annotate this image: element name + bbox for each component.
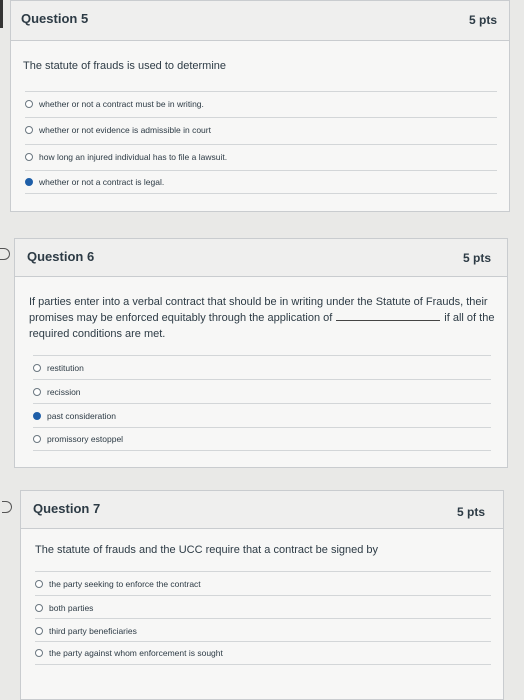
q6-answer-1[interactable]: restitution <box>33 355 491 379</box>
question-5-points: 5 pts <box>468 13 497 27</box>
question-6-points: 5 pts <box>462 251 491 265</box>
question-6-title: Question 6 <box>27 249 95 264</box>
answer-label: promissory estoppel <box>47 434 124 444</box>
question-7-header: Question 7 5 pts <box>21 491 503 529</box>
q5-answer-3[interactable]: how long an injured individual has to fi… <box>25 144 497 168</box>
q5-answer-4[interactable]: whether or not a contract is legal. <box>25 170 497 194</box>
question-7-points: 5 pts <box>456 505 485 519</box>
flag-question-6-icon[interactable] <box>0 248 10 260</box>
question-6-text-line-1: If parties enter into a verbal contract … <box>29 296 488 308</box>
q7-answer-1[interactable]: the party seeking to enforce the contrac… <box>35 571 491 595</box>
question-5-header: Question 5 5 pts <box>11 1 509 41</box>
fill-in-blank <box>336 311 441 321</box>
question-6-text-line-2: promises may be enforced equitably throu… <box>29 310 499 326</box>
question-7-title: Question 7 <box>33 501 101 516</box>
answer-label: third party beneficiaries <box>49 625 137 636</box>
question-7-text: The statute of frauds and the UCC requir… <box>35 544 379 556</box>
q7-answer-3[interactable]: third party beneficiaries <box>35 618 491 642</box>
question-6-card: Question 6 5 pts If parties enter into a… <box>14 238 508 468</box>
answer-label: the party against whom enforcement is so… <box>49 648 223 658</box>
q7-answer-2[interactable]: both parties <box>35 595 491 619</box>
radio-button[interactable] <box>25 152 33 161</box>
q6-answer-2[interactable]: recission <box>33 379 491 403</box>
q7-answer-4[interactable]: the party against whom enforcement is so… <box>35 641 491 665</box>
flag-question-7-icon[interactable] <box>2 501 12 513</box>
q5-answer-2[interactable]: whether or not evidence is admissible in… <box>25 117 497 141</box>
question-5-title: Question 5 <box>21 11 89 26</box>
answer-label: both parties <box>49 602 94 613</box>
question-6-header: Question 6 5 pts <box>15 239 507 277</box>
question-5-text: The statute of frauds is used to determi… <box>23 60 227 72</box>
radio-button-selected[interactable] <box>25 178 33 186</box>
question-6-text-line-2b: if all of the <box>444 312 495 324</box>
radio-button[interactable] <box>35 649 43 657</box>
question-7-card: Question 7 5 pts The statute of frauds a… <box>20 490 504 700</box>
radio-button[interactable] <box>35 579 43 588</box>
question-6-text-line-2a: promises may be enforced equitably throu… <box>29 312 333 324</box>
question-5-card: Question 5 5 pts The statute of frauds i… <box>10 0 510 212</box>
radio-button-selected[interactable] <box>33 411 41 420</box>
q5-answer-1[interactable]: whether or not a contract must be in wri… <box>25 91 497 115</box>
radio-button[interactable] <box>35 603 43 612</box>
answer-label: how long an injured individual has to fi… <box>39 151 228 162</box>
radio-button[interactable] <box>33 435 41 443</box>
question-6-text: If parties enter into a verbal contract … <box>29 294 499 342</box>
answer-label: the party seeking to enforce the contrac… <box>49 578 201 589</box>
answer-label: recission <box>47 386 81 397</box>
radio-button[interactable] <box>35 626 43 635</box>
radio-button[interactable] <box>33 363 41 372</box>
radio-button[interactable] <box>25 99 33 108</box>
q6-answer-3[interactable]: past consideration <box>33 403 491 427</box>
radio-button[interactable] <box>33 387 41 396</box>
answer-label: whether or not a contract is legal. <box>39 177 165 187</box>
screen-edge-bar <box>0 0 3 28</box>
radio-button[interactable] <box>25 125 33 134</box>
answer-label: restitution <box>47 362 84 373</box>
q6-answer-4[interactable]: promissory estoppel <box>33 427 491 451</box>
answer-label: whether or not a contract must be in wri… <box>39 98 204 109</box>
answer-label: whether or not evidence is admissible in… <box>39 124 211 135</box>
answer-label: past consideration <box>47 410 116 421</box>
question-6-text-line-3: required conditions are met. <box>29 328 166 340</box>
